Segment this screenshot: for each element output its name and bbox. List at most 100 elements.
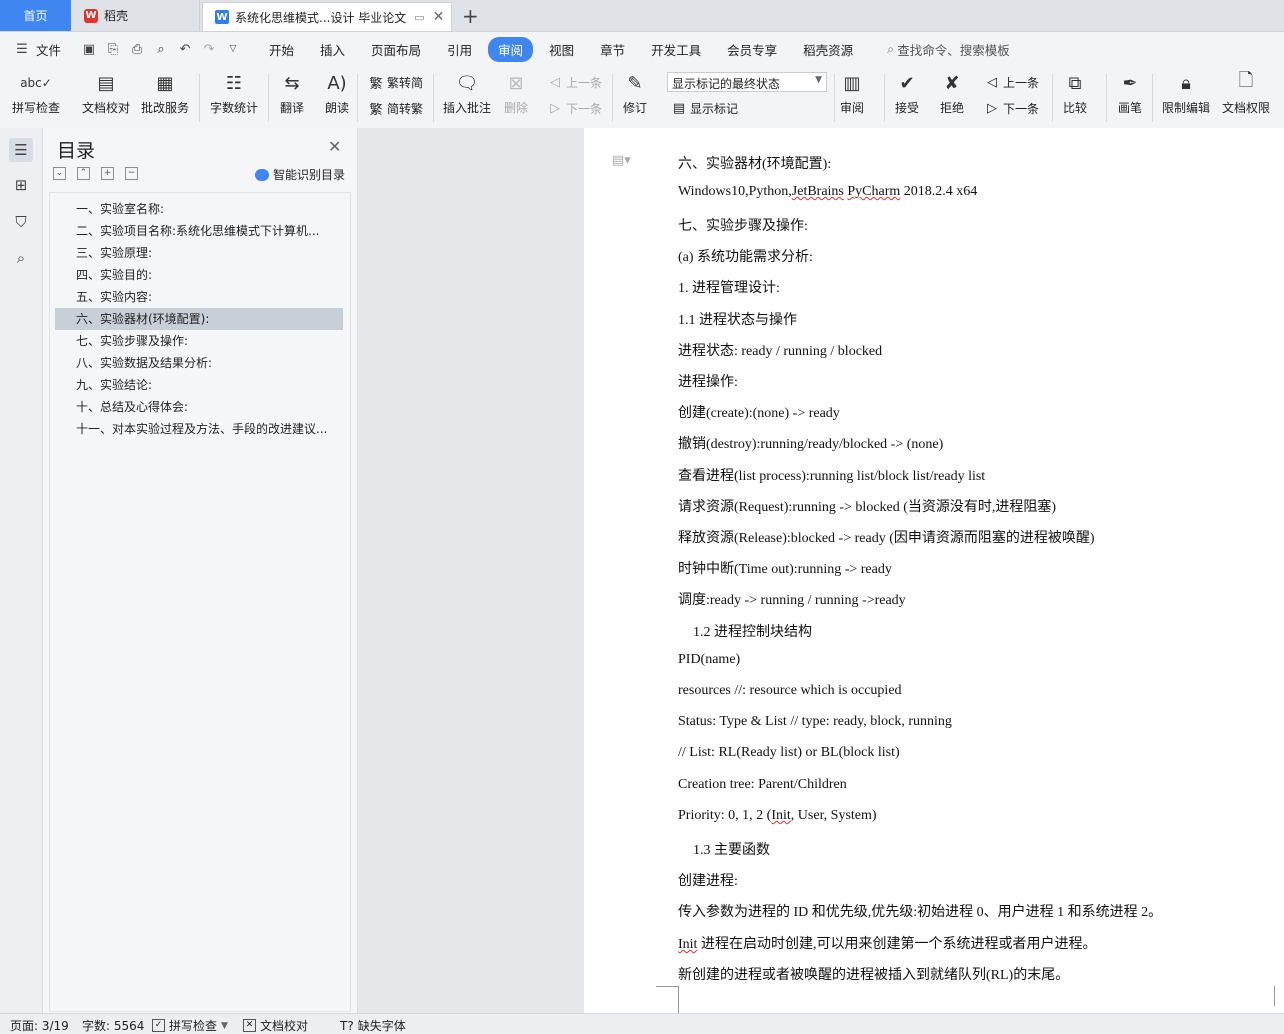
status-bar: 页面: 3/19 字数: 5564 ✓ 拼写检查 ▼ ✕ 文档校对 T? 缺失字… xyxy=(0,1013,1284,1034)
toc-item[interactable]: 十、总结及心得体会: xyxy=(55,396,343,418)
status-spell-check[interactable]: ✓ 拼写检查 ▼ xyxy=(152,1017,228,1034)
next-change-button[interactable]: ▷ 下一条 xyxy=(984,100,1039,117)
export-pdf-icon[interactable]: ⎘ xyxy=(105,41,121,57)
status-missing-font[interactable]: T? 缺失字体 xyxy=(340,1017,406,1034)
doc-proof-button[interactable]: ▤ 文档校对 xyxy=(82,70,130,116)
command-search-placeholder: 查找命令、搜索模板 xyxy=(897,42,1010,58)
toc-item[interactable]: 一、实验室名称: xyxy=(55,198,343,220)
tab-wps[interactable]: W 稻壳 xyxy=(72,0,200,31)
show-markup-icon: ▤ xyxy=(672,101,686,116)
doc-line: 传入参数为进程的 ID 和优先级,优先级:初始进程 0、用户进程 1 和系统进程… xyxy=(678,905,1163,920)
page-margin-mark xyxy=(656,986,679,1014)
document-page[interactable]: ▤▾ 六、实验器材(环境配置): Windows10,Python,JetBra… xyxy=(584,128,1284,1014)
section-nav-icon[interactable]: ⊞ xyxy=(9,173,33,197)
track-changes-label: 修订 xyxy=(622,101,647,115)
toc-item[interactable]: 八、实验数据及结果分析: xyxy=(55,352,343,374)
new-tab-button[interactable]: + xyxy=(462,4,479,28)
trad-to-simp-button[interactable]: 繁 繁转简 xyxy=(368,74,424,92)
menu-resources[interactable]: 稻壳资源 xyxy=(793,37,863,62)
page-margin-mark xyxy=(1274,986,1284,1006)
add-level-icon[interactable]: + xyxy=(101,167,114,180)
prev-comment-label: 上一条 xyxy=(566,76,603,90)
doc-line: 撤销(destroy):running/ready/blocked -> (no… xyxy=(678,437,944,452)
read-aloud-label: 朗读 xyxy=(324,101,349,115)
print-preview-icon[interactable]: ⌕ xyxy=(153,41,169,57)
undo-icon[interactable]: ↶ xyxy=(177,41,193,57)
prev-comment-button[interactable]: ◁ 上一条 xyxy=(547,74,602,91)
delete-comment-button[interactable]: ⊠ 删除 xyxy=(503,70,529,116)
collapse-all-icon[interactable]: ⌄ xyxy=(53,167,66,180)
simp-to-trad-button[interactable]: 繁 简转繁 xyxy=(368,100,424,118)
insert-comment-button[interactable]: 🗨 插入批注 xyxy=(443,70,491,116)
menu-home[interactable]: 开始 xyxy=(259,37,304,62)
toc-item[interactable]: 四、实验目的: xyxy=(55,264,343,286)
menu-references[interactable]: 引用 xyxy=(437,37,482,62)
word-count-indicator[interactable]: 字数: 5564 xyxy=(82,1017,144,1034)
hamburger-icon[interactable]: ☰ xyxy=(14,41,30,57)
print-icon[interactable]: ⎙ xyxy=(129,41,145,57)
pen-button[interactable]: ✒ 画笔 xyxy=(1117,70,1143,116)
tab-document-label: 系统化思维模式...设计 毕业论文 xyxy=(235,10,407,25)
accept-button[interactable]: ✔ 接受 xyxy=(894,70,920,116)
toc-item[interactable]: 二、实验项目名称:系统化思维模式下计算机... xyxy=(55,220,343,242)
customize-quick-access-icon[interactable]: ▽ xyxy=(225,41,241,57)
compare-button[interactable]: ⧉ 比较 xyxy=(1062,70,1088,116)
doc-line: 七、实验步骤及操作: xyxy=(678,219,808,234)
menu-membership[interactable]: 会员专享 xyxy=(717,37,787,62)
menu-developer[interactable]: 开发工具 xyxy=(641,37,711,62)
markup-mode-select[interactable]: 显示标记的最终状态 ▼ xyxy=(667,72,827,92)
toc-item[interactable]: 九、实验结论: xyxy=(55,374,343,396)
spell-check-button[interactable]: abc✓ 拼写检查 xyxy=(12,70,60,116)
toc-item-active[interactable]: 六、实验器材(环境配置): xyxy=(55,308,343,330)
window-icon[interactable]: ▭ xyxy=(414,11,424,24)
command-search[interactable]: ⌕ 查找命令、搜索模板 xyxy=(887,40,1010,59)
page-indicator[interactable]: 页面: 3/19 xyxy=(10,1017,69,1034)
doc-permission-button[interactable]: 🗋 文档权限 xyxy=(1222,70,1270,116)
menu-review[interactable]: 审阅 xyxy=(488,36,534,62)
review-pane-button[interactable]: ▥ 审阅 xyxy=(839,70,865,116)
save-icon[interactable]: ▣ xyxy=(81,41,97,57)
doc-line: (a) 系统功能需求分析: xyxy=(678,250,813,265)
tab-document[interactable]: W 系统化思维模式...设计 毕业论文 ▭ ✕ xyxy=(202,2,452,31)
close-tab-icon[interactable]: ✕ xyxy=(433,9,445,25)
track-changes-button[interactable]: ✎ 修订 xyxy=(622,70,648,116)
remove-level-icon[interactable]: − xyxy=(125,167,138,180)
menu-page-layout[interactable]: 页面布局 xyxy=(361,37,431,62)
doc-line: 释放资源(Release):blocked -> ready (因申请资源而阻塞… xyxy=(678,531,1095,546)
toc-item[interactable]: 七、实验步骤及操作: xyxy=(55,330,343,352)
menu-section[interactable]: 章节 xyxy=(590,37,635,62)
paragraph-menu-icon[interactable]: ▤▾ xyxy=(612,153,631,168)
toc-item[interactable]: 十一、对本实验过程及方法、手段的改进建议... xyxy=(55,418,343,440)
simp-to-trad-label: 简转繁 xyxy=(387,102,424,116)
status-doc-proof-label: 文档校对 xyxy=(260,1019,309,1033)
reject-icon: ✘ xyxy=(944,72,960,94)
reject-button[interactable]: ✘ 拒绝 xyxy=(939,70,965,116)
status-doc-proof[interactable]: ✕ 文档校对 xyxy=(243,1017,308,1034)
menu-view[interactable]: 视图 xyxy=(539,37,584,62)
read-aloud-button[interactable]: A) 朗读 xyxy=(324,70,350,116)
restrict-edit-button[interactable]: 🔒︎ 限制编辑 xyxy=(1162,70,1210,116)
menu-insert[interactable]: 插入 xyxy=(310,37,355,62)
prev-change-icon: ◁ xyxy=(987,75,997,90)
accept-label: 接受 xyxy=(894,101,919,115)
word-count-button[interactable]: ☷ 字数统计 xyxy=(210,70,258,116)
next-comment-icon: ▷ xyxy=(550,101,560,116)
redo-icon[interactable]: ↷ xyxy=(201,41,217,57)
show-markup-button[interactable]: ▤ 显示标记 xyxy=(671,100,738,117)
bookmark-icon[interactable]: ⛉ xyxy=(9,210,33,234)
expand-up-icon[interactable]: ⌃ xyxy=(77,167,90,180)
next-comment-button[interactable]: ▷ 下一条 xyxy=(547,100,602,117)
toc-panel-icon[interactable]: ☰ xyxy=(9,138,33,162)
smart-toc-button[interactable]: 智能识别目录 xyxy=(255,166,345,183)
trad-to-simp-label: 繁转简 xyxy=(387,76,424,90)
review-service-button[interactable]: ▦ 批改服务 xyxy=(141,70,189,116)
lock-icon: 🔒︎ xyxy=(1181,72,1191,94)
search-icon[interactable]: ⌕ xyxy=(9,246,33,270)
prev-change-button[interactable]: ◁ 上一条 xyxy=(984,74,1039,91)
menu-file[interactable]: 文件 xyxy=(34,37,71,62)
translate-button[interactable]: ⇆ 翻译 xyxy=(279,70,305,116)
toc-item[interactable]: 三、实验原理: xyxy=(55,242,343,264)
close-icon[interactable]: ✕ xyxy=(328,137,341,156)
toc-item[interactable]: 五、实验内容: xyxy=(55,286,343,308)
tab-home[interactable]: 首页 xyxy=(0,0,71,31)
